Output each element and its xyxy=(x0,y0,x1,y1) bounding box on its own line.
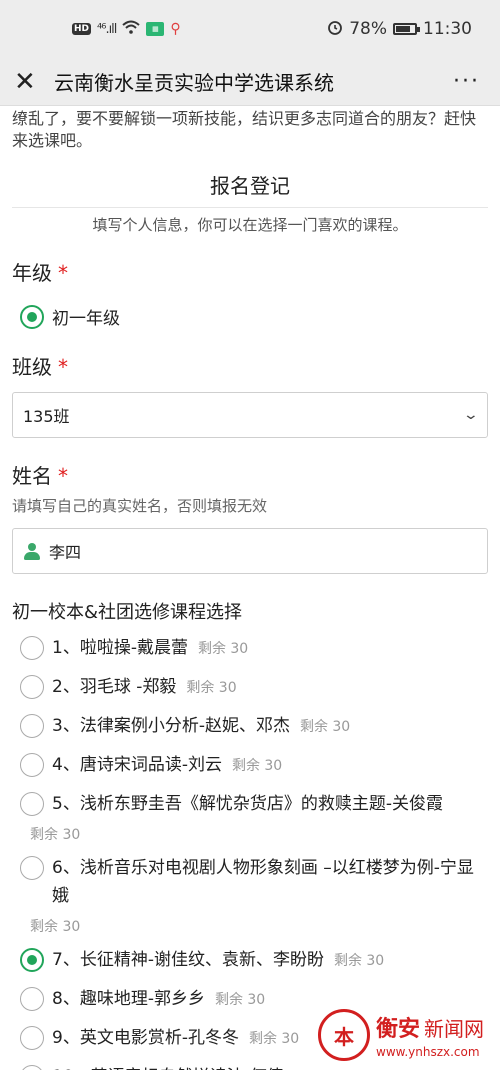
course-text: 6、浅析音乐对电视剧人物形象刻画 –以红楼梦为例-宁显娥 xyxy=(52,854,488,910)
form-description: 填写个人信息，你可以在选择一门喜欢的课程。 xyxy=(92,216,408,234)
required-mark: * xyxy=(58,261,68,285)
battery-percent: 78% xyxy=(349,19,387,39)
course-option[interactable]: 1、啦啦操-戴晨蕾 剩余 30 xyxy=(12,634,488,663)
watermark-text: 衡安 新闻网 www.ynhszx.com xyxy=(376,1011,484,1059)
page-title: 云南衡水呈贡实验中学选课系统 xyxy=(54,71,334,95)
course-radio[interactable] xyxy=(20,1065,44,1070)
course-radio[interactable] xyxy=(20,675,44,699)
course-option[interactable]: 6、浅析音乐对电视剧人物形象刻画 –以红楼梦为例-宁显娥 xyxy=(12,854,488,910)
course-label: 9、英文电影赏析-孔冬冬 xyxy=(52,1028,239,1048)
nav-bar: ✕ 云南衡水呈贡实验中学选课系统 ··· xyxy=(0,58,500,106)
clock: 11:30 xyxy=(423,19,472,39)
name-label-text: 姓名 xyxy=(12,464,52,488)
course-text: 1、啦啦操-戴晨蕾 剩余 30 xyxy=(52,634,488,663)
app-notification-icon: ▦ xyxy=(146,22,165,36)
course-radio[interactable] xyxy=(20,948,44,972)
more-menu-button[interactable]: ··· xyxy=(453,69,486,94)
name-label: 姓名 * xyxy=(12,460,488,489)
page-content[interactable]: 缭乱了，要不要解锁一项新技能，结识更多志同道合的朋友？赶快来选课吧。 报名登记 … xyxy=(0,106,500,1070)
grade-option-label: 初一年级 xyxy=(52,309,120,329)
course-option[interactable]: 4、唐诗宋词品读-刘云 剩余 30 xyxy=(12,751,488,780)
course-label: 5、浅析东野圭吾《解忧杂货店》的救赎主题-关俊霞 xyxy=(52,794,443,814)
course-radio[interactable] xyxy=(20,714,44,738)
chevron-down-icon: ⌄ xyxy=(462,407,480,423)
course-radio[interactable] xyxy=(20,856,44,880)
signal-icon: ⁴⁶.ıll xyxy=(97,21,117,37)
watermark-sub: 新闻网 xyxy=(424,1017,485,1041)
status-right: 78% 11:30 xyxy=(327,19,472,40)
user-icon xyxy=(23,542,41,560)
course-remaining: 剩余 30 xyxy=(197,641,249,657)
status-left: HD ⁴⁶.ıll ▦ ⚲ xyxy=(72,19,181,39)
course-label: 2、羽毛球 -郑毅 xyxy=(52,677,177,697)
course-radio[interactable] xyxy=(20,1026,44,1050)
course-radio[interactable] xyxy=(20,987,44,1011)
course-remaining: 剩余 30 xyxy=(186,680,237,696)
course-text: 7、长征精神-谢佳纹、袁新、李盼盼 剩余 30 xyxy=(52,946,488,975)
watermark-seal: 本 xyxy=(318,1009,370,1061)
course-option[interactable]: 3、法律案例小分析-赵妮、邓杰 剩余 30 xyxy=(12,712,488,741)
name-input-value: 李四 xyxy=(49,543,82,562)
grade-label-text: 年级 xyxy=(12,261,52,285)
course-remaining: 剩余 30 xyxy=(30,827,81,843)
course-option[interactable]: 7、长征精神-谢佳纹、袁新、李盼盼 剩余 30 xyxy=(12,946,488,975)
status-bar: HD ⁴⁶.ıll ▦ ⚲ 78% 11:30 xyxy=(0,0,500,58)
course-label: 7、长征精神-谢佳纹、袁新、李盼盼 xyxy=(52,950,324,970)
course-option[interactable]: 2、羽毛球 -郑毅 剩余 30 xyxy=(12,673,488,702)
course-label: 8、趣味地理-郭乡乡 xyxy=(52,989,205,1009)
class-label: 班级 * xyxy=(12,351,488,380)
course-option[interactable]: 5、浅析东野圭吾《解忧杂货店》的救赎主题-关俊霞 xyxy=(12,790,488,818)
location-icon: ⚲ xyxy=(170,21,181,37)
course-radio[interactable] xyxy=(20,792,44,816)
course-remaining: 剩余 30 xyxy=(231,758,283,774)
course-label: 6、浅析音乐对电视剧人物形象刻画 –以红楼梦为例-宁显娥 xyxy=(52,858,474,906)
course-remaining: 剩余 30 xyxy=(299,719,351,735)
course-label: 3、法律案例小分析-赵妮、邓杰 xyxy=(52,716,290,736)
hd-icon: HD xyxy=(72,23,92,35)
course-text: 5、浅析东野圭吾《解忧杂货店》的救赎主题-关俊霞 xyxy=(52,790,488,818)
class-select[interactable]: 135班 ⌄ xyxy=(12,392,488,438)
name-hint: 请填写自己的真实姓名，否则填报无效 xyxy=(12,497,268,515)
course-text: 2、羽毛球 -郑毅 剩余 30 xyxy=(52,673,488,702)
class-label-text: 班级 xyxy=(12,355,52,379)
required-mark: * xyxy=(58,464,68,488)
course-remaining: 剩余 30 xyxy=(248,1031,300,1047)
watermark-logo: 本 衡安 新闻网 www.ynhszx.com xyxy=(318,1000,500,1070)
form-title: 报名登记 xyxy=(12,170,488,208)
alarm-icon xyxy=(327,19,343,40)
grade-option[interactable]: 初一年级 xyxy=(12,304,488,329)
close-icon[interactable]: ✕ xyxy=(14,67,46,97)
intro-text: 缭乱了，要不要解锁一项新技能，结识更多志同道合的朋友？赶快来选课吧。 xyxy=(12,109,477,150)
course-label: 4、唐诗宋词品读-刘云 xyxy=(52,755,222,775)
class-select-value: 135班 xyxy=(23,407,70,426)
courses-section-label: 初一校本&社团选修课程选择 xyxy=(12,602,243,623)
required-mark: * xyxy=(58,355,68,379)
course-remaining: 剩余 30 xyxy=(30,919,81,935)
grade-label: 年级 * xyxy=(12,257,488,286)
course-radio[interactable] xyxy=(20,753,44,777)
course-remaining: 剩余 30 xyxy=(333,953,385,969)
course-radio[interactable] xyxy=(20,636,44,660)
course-text: 3、法律案例小分析-赵妮、邓杰 剩余 30 xyxy=(52,712,488,741)
course-text: 4、唐诗宋词品读-刘云 剩余 30 xyxy=(52,751,488,780)
watermark-url: www.ynhszx.com xyxy=(376,1045,480,1059)
name-input[interactable]: 李四 xyxy=(12,528,488,574)
battery-icon xyxy=(393,23,420,35)
course-label: 1、啦啦操-戴晨蕾 xyxy=(52,638,188,658)
watermark-main: 衡安 xyxy=(376,1016,421,1042)
course-remaining: 剩余 30 xyxy=(214,992,266,1008)
grade-radio[interactable] xyxy=(20,304,44,329)
wifi-icon xyxy=(122,19,141,39)
